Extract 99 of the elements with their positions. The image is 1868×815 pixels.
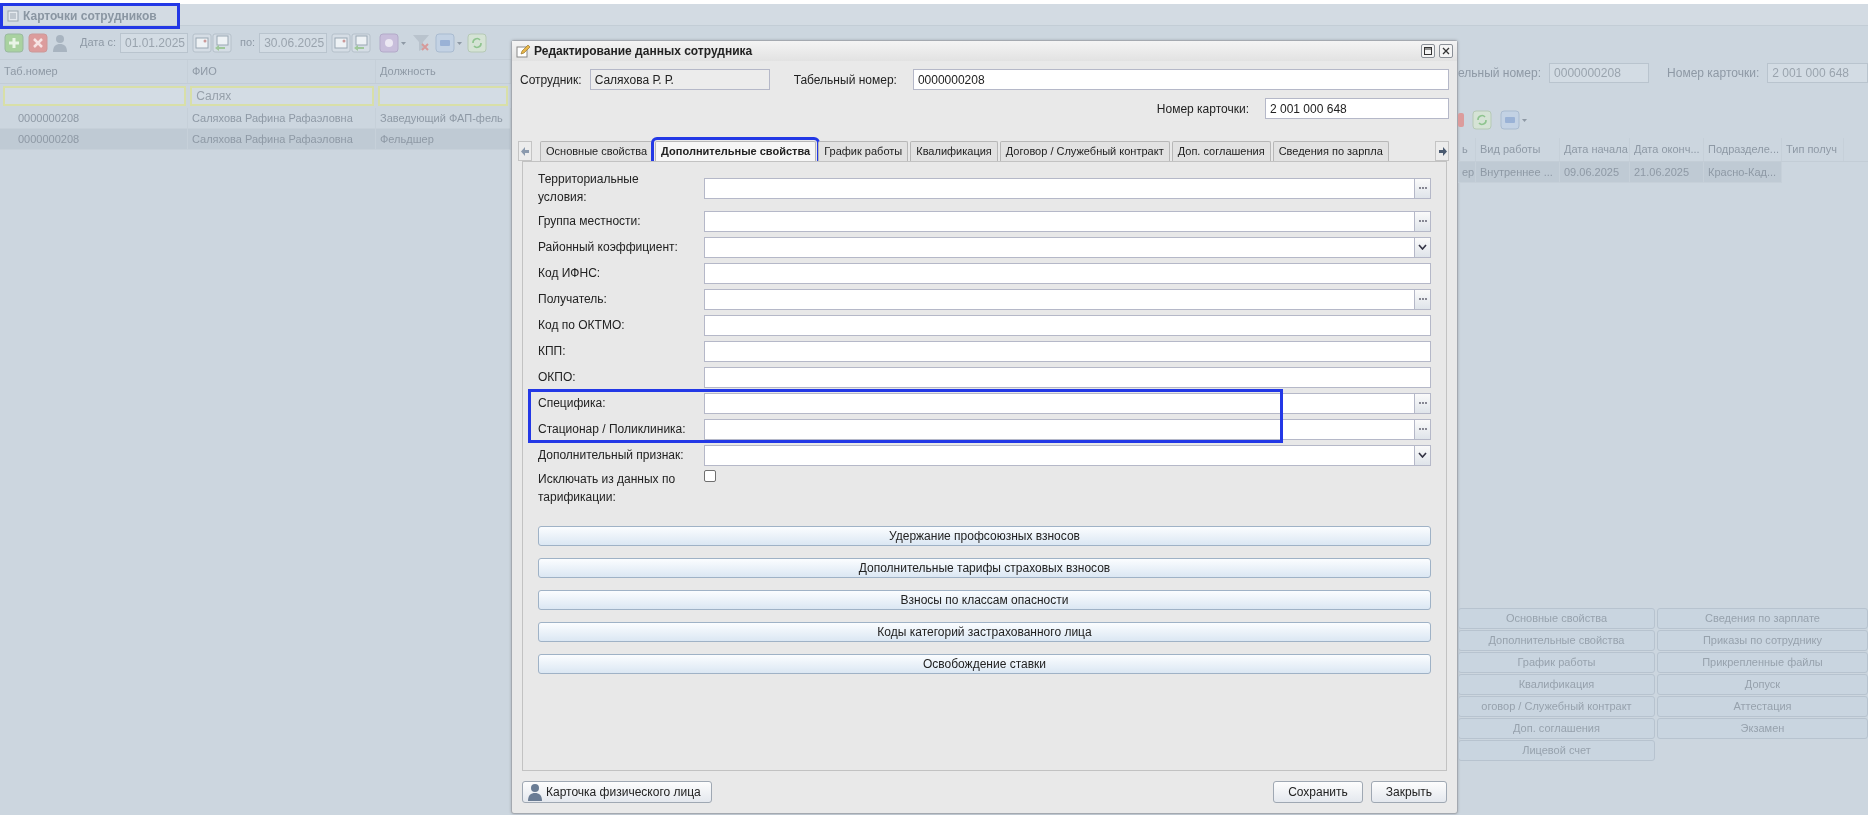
tab-scroll-right[interactable]	[1435, 141, 1449, 161]
tab[interactable]: Сведения по зарпла	[1272, 141, 1389, 161]
maximize-icon	[1424, 47, 1432, 55]
refresh-icon[interactable]	[467, 32, 488, 53]
print-dropdown-icon[interactable]	[1500, 110, 1528, 130]
action-button[interactable]: Взносы по классам опасности	[538, 590, 1431, 610]
tab[interactable]: Доп. соглашения	[1171, 141, 1271, 161]
tab[interactable]: График работы	[818, 141, 909, 161]
action-button[interactable]: Удержание профсоюзных взносов	[538, 526, 1431, 546]
field-label: Территориальные условия:	[538, 171, 640, 206]
field-label: Сотрудник:	[520, 71, 582, 89]
field-label: Номер карточки:	[1156, 100, 1249, 118]
close-icon	[1442, 47, 1450, 55]
picker-field[interactable]	[704, 288, 1415, 310]
refresh-icon[interactable]	[1472, 110, 1492, 130]
tab-number-field[interactable]: 0000000208	[912, 69, 1449, 90]
column-header[interactable]: Вид работы	[1476, 138, 1560, 161]
column-header[interactable]: Дата начала	[1560, 138, 1630, 161]
ellipsis-button[interactable]	[1415, 288, 1431, 310]
field-label: Номер карточки:	[1667, 65, 1760, 82]
table-cell: Саляхова Рафина Рафаэловна	[188, 108, 376, 128]
filter-field[interactable]	[3, 86, 187, 106]
dialog-title: Редактирование данных сотрудника	[534, 43, 753, 60]
text-field[interactable]	[704, 262, 1431, 284]
text-field[interactable]: 2 001 000 648	[1767, 63, 1868, 83]
tab[interactable]: Основные свойства	[540, 141, 654, 161]
filter-field[interactable]	[377, 86, 508, 106]
left-arrow-icon	[520, 146, 530, 156]
ellipsis-button[interactable]	[1415, 177, 1431, 199]
person-icon[interactable]	[52, 33, 68, 52]
field-label: Дополнительный признак:	[538, 447, 685, 464]
table-cell: 0000000208	[0, 108, 188, 128]
text-field[interactable]	[704, 340, 1431, 362]
dropdown-button[interactable]	[1415, 236, 1431, 258]
ellipsis-icon	[1417, 427, 1428, 431]
picker-field[interactable]	[704, 210, 1415, 232]
field-label: КПП:	[538, 343, 567, 360]
field-label: Получатель:	[538, 291, 608, 308]
field-label: Код по ОКТМО:	[538, 317, 626, 334]
field-label: Стационар / Поликлиника:	[538, 421, 687, 438]
ellipsis-icon	[1417, 297, 1428, 301]
close-button[interactable]	[1439, 44, 1453, 58]
field-label: по:	[240, 35, 256, 51]
field-label: Районный коэффициент:	[538, 239, 679, 256]
tab-scroll-left[interactable]	[518, 141, 532, 161]
calendar-icon[interactable]	[192, 32, 212, 53]
footer-button[interactable]: Сохранить	[1273, 781, 1363, 803]
field-label: Исключать из данных по тарификации:	[538, 471, 677, 506]
field-label: ельный номер:	[1458, 65, 1542, 82]
right-arrow-icon	[1437, 146, 1447, 156]
person-icon	[527, 783, 543, 801]
page-title: Карточки сотрудников	[23, 7, 157, 25]
column-header[interactable]: Таб.номер	[0, 60, 188, 83]
employee-field[interactable]: Саляхова Р. Р.	[589, 69, 770, 90]
calendar-icon[interactable]	[331, 32, 352, 53]
text-field[interactable]: 0000000208	[1549, 63, 1650, 83]
person-card-button[interactable]: Карточка физического лица	[522, 781, 712, 803]
add-icon[interactable]	[4, 32, 24, 53]
dropdown-field[interactable]	[704, 444, 1415, 466]
field-label: Код ИФНС:	[538, 265, 602, 282]
date-field[interactable]: 30.06.2025	[259, 32, 328, 53]
action-button[interactable]: Дополнительные тарифы страховых взносов	[538, 558, 1431, 578]
field-label: Специфика:	[538, 395, 607, 412]
maximize-button[interactable]	[1421, 44, 1435, 58]
field-label: Группа местности:	[538, 213, 642, 230]
field-label: Табельный номер:	[793, 71, 897, 89]
field-label: Дата с:	[80, 35, 116, 51]
ellipsis-button[interactable]	[1415, 392, 1431, 414]
dropdown-button[interactable]	[1415, 444, 1431, 466]
dropdown-field[interactable]	[704, 236, 1415, 258]
list-icon	[7, 9, 19, 22]
caret-icon	[1418, 452, 1427, 458]
column-header[interactable]: Тип получ	[1782, 138, 1844, 161]
action-button[interactable]: Освобождение ставки	[538, 654, 1431, 674]
filter-field[interactable]: Салях	[190, 86, 374, 106]
column-header[interactable]: ФИО	[188, 60, 376, 83]
column-header[interactable]: Подразделе...	[1704, 138, 1782, 161]
ellipsis-icon	[1417, 219, 1428, 223]
tab[interactable]: Квалификация	[910, 141, 998, 161]
text-field[interactable]	[704, 366, 1431, 388]
card-number-field[interactable]: 2 001 000 648	[1265, 98, 1449, 119]
footer-button[interactable]: Закрыть	[1370, 781, 1447, 803]
caret-icon	[1418, 244, 1427, 250]
edit-icon	[516, 44, 530, 58]
ellipsis-icon	[1417, 186, 1428, 190]
picker-field[interactable]	[704, 392, 1415, 414]
column-header[interactable]: Дата оконч...	[1630, 138, 1704, 161]
column-header[interactable]: ь	[1458, 138, 1476, 161]
checkbox[interactable]	[704, 470, 716, 482]
ellipsis-icon	[1417, 401, 1428, 405]
print-dropdown-icon[interactable]	[435, 32, 464, 53]
picker-field[interactable]	[704, 418, 1415, 440]
field-label: ОКПО:	[538, 369, 577, 386]
tab[interactable]: Договор / Служебный контракт	[999, 141, 1170, 161]
action-button[interactable]: Коды категорий застрахованного лица	[538, 622, 1431, 642]
clear-filter-icon[interactable]	[411, 32, 432, 53]
picker-field[interactable]	[704, 177, 1415, 199]
text-field[interactable]	[704, 314, 1431, 336]
date-field[interactable]: 01.01.2025	[120, 32, 188, 53]
